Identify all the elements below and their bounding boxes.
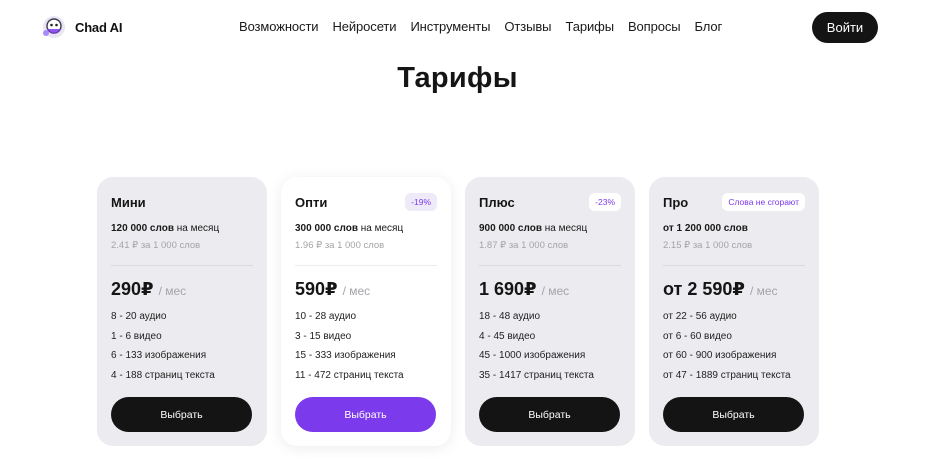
plan-card-header: Опти -19% xyxy=(295,192,437,212)
plan-price: 590₽ xyxy=(295,279,338,299)
plan-words: 300 000 слов на месяц xyxy=(295,223,445,234)
plan-price: 1 690₽ xyxy=(479,279,537,299)
logo[interactable]: Chad AI xyxy=(41,14,122,40)
plan-words: 900 000 слов на месяц xyxy=(479,223,629,234)
nav-item-reviews[interactable]: Отзывы xyxy=(504,19,551,34)
divider xyxy=(295,265,437,266)
feature-audio: от 22 - 56 аудио xyxy=(663,311,737,322)
feature-text-pages: от 47 - 1889 страниц текста xyxy=(663,369,791,381)
feature-text-pages: 35 - 1417 страниц текста xyxy=(479,369,594,381)
choose-plan-button[interactable]: Выбрать xyxy=(663,397,804,432)
plan-price: от 2 590₽ xyxy=(663,279,745,299)
plan-words: от 1 200 000 слов xyxy=(663,223,813,234)
feature-images: 45 - 1000 изображения xyxy=(479,350,586,361)
feature-video: от 6 - 60 видео xyxy=(663,330,732,342)
plan-name: Опти xyxy=(295,194,328,210)
plan-rate: 1.96 ₽ за 1 000 слов xyxy=(295,240,385,251)
plan-card-header: Плюс -23% xyxy=(479,192,621,212)
feature-text-pages: 4 - 188 страниц текста xyxy=(111,369,215,381)
feature-audio: 18 - 48 аудио xyxy=(479,311,541,322)
feature-audio: 8 - 20 аудио xyxy=(111,311,167,322)
plan-words: 120 000 слов на месяц xyxy=(111,223,261,234)
feature-audio: 10 - 28 аудио xyxy=(295,311,357,322)
plan-words-period: на месяц xyxy=(173,223,220,234)
plan-price-row: 290₽ / мес xyxy=(111,279,186,300)
plan-card-plus: Плюс -23% 900 000 слов на месяц 1.87 ₽ з… xyxy=(465,177,635,446)
divider xyxy=(111,265,253,266)
login-button[interactable]: Войти xyxy=(812,12,878,43)
words-no-expire-badge: Слова не сгорают xyxy=(722,193,805,211)
plan-period: / мес xyxy=(749,284,778,298)
plan-features: от 22 - 56 аудио от 6 - 60 видео от 60 -… xyxy=(663,311,791,389)
plan-words-amount: от 1 200 000 слов xyxy=(663,223,748,234)
discount-badge: -23% xyxy=(589,193,621,211)
plan-price-row: 1 690₽ / мес xyxy=(479,279,569,300)
plan-name: Мини xyxy=(111,194,146,210)
nav-item-tools[interactable]: Инструменты xyxy=(410,19,490,34)
choose-plan-button[interactable]: Выбрать xyxy=(111,397,252,432)
plan-rate: 1.87 ₽ за 1 000 слов xyxy=(479,240,569,251)
page-title: Тарифы xyxy=(397,62,518,94)
divider xyxy=(479,265,621,266)
plan-period: / мес xyxy=(158,284,187,298)
choose-plan-button[interactable]: Выбрать xyxy=(479,397,620,432)
plan-price-row: от 2 590₽ / мес xyxy=(663,279,778,300)
plan-card-header: Про Слова не сгорают xyxy=(663,192,805,212)
feature-video: 4 - 45 видео xyxy=(479,330,536,342)
divider xyxy=(663,265,805,266)
plan-period: / мес xyxy=(541,284,570,298)
nav-item-features[interactable]: Возможности xyxy=(239,19,319,34)
site-header: Chad AI Возможности Нейросети Инструмент… xyxy=(0,0,940,56)
plan-price-row: 590₽ / мес xyxy=(295,279,370,300)
plan-period: / мес xyxy=(342,284,371,298)
chad-ai-logo-icon xyxy=(41,14,67,40)
plan-card-mini: Мини 120 000 слов на месяц 2.41 ₽ за 1 0… xyxy=(97,177,267,446)
choose-plan-button[interactable]: Выбрать xyxy=(295,397,436,432)
nav-item-pricing[interactable]: Тарифы xyxy=(565,19,614,34)
plan-card-header: Мини xyxy=(111,192,253,212)
plan-words-amount: 300 000 слов xyxy=(295,223,358,234)
plan-name: Плюс xyxy=(479,194,515,210)
plan-card-opti: Опти -19% 300 000 слов на месяц 1.96 ₽ з… xyxy=(281,177,451,446)
feature-video: 1 - 6 видео xyxy=(111,330,162,342)
plan-words-period: на месяц xyxy=(541,223,588,234)
logo-text: Chad AI xyxy=(75,19,123,35)
discount-badge: -19% xyxy=(405,193,437,211)
nav-item-blog[interactable]: Блог xyxy=(695,19,723,34)
plan-words-period: на месяц xyxy=(357,223,404,234)
feature-images: 15 - 333 изображения xyxy=(295,350,396,361)
plan-words-amount: 900 000 слов xyxy=(479,223,542,234)
nav-item-neural-networks[interactable]: Нейросети xyxy=(332,19,396,34)
plan-name: Про xyxy=(663,194,689,210)
feature-video: 3 - 15 видео xyxy=(295,330,352,342)
plan-features: 18 - 48 аудио 4 - 45 видео 45 - 1000 изо… xyxy=(479,311,594,389)
feature-text-pages: 11 - 472 страниц текста xyxy=(295,369,404,381)
plan-features: 10 - 28 аудио 3 - 15 видео 15 - 333 изоб… xyxy=(295,311,404,389)
main-nav: Возможности Нейросети Инструменты Отзывы… xyxy=(239,19,736,34)
plan-rate: 2.41 ₽ за 1 000 слов xyxy=(111,240,201,251)
feature-images: от 60 - 900 изображения xyxy=(663,350,777,361)
plan-features: 8 - 20 аудио 1 - 6 видео 6 - 133 изображ… xyxy=(111,311,215,389)
plan-card-pro: Про Слова не сгорают от 1 200 000 слов 2… xyxy=(649,177,819,446)
nav-item-faq[interactable]: Вопросы xyxy=(628,19,681,34)
plan-price: 290₽ xyxy=(111,279,154,299)
plan-words-amount: 120 000 слов xyxy=(111,223,174,234)
feature-images: 6 - 133 изображения xyxy=(111,350,207,361)
plan-rate: 2.15 ₽ за 1 000 слов xyxy=(663,240,753,251)
